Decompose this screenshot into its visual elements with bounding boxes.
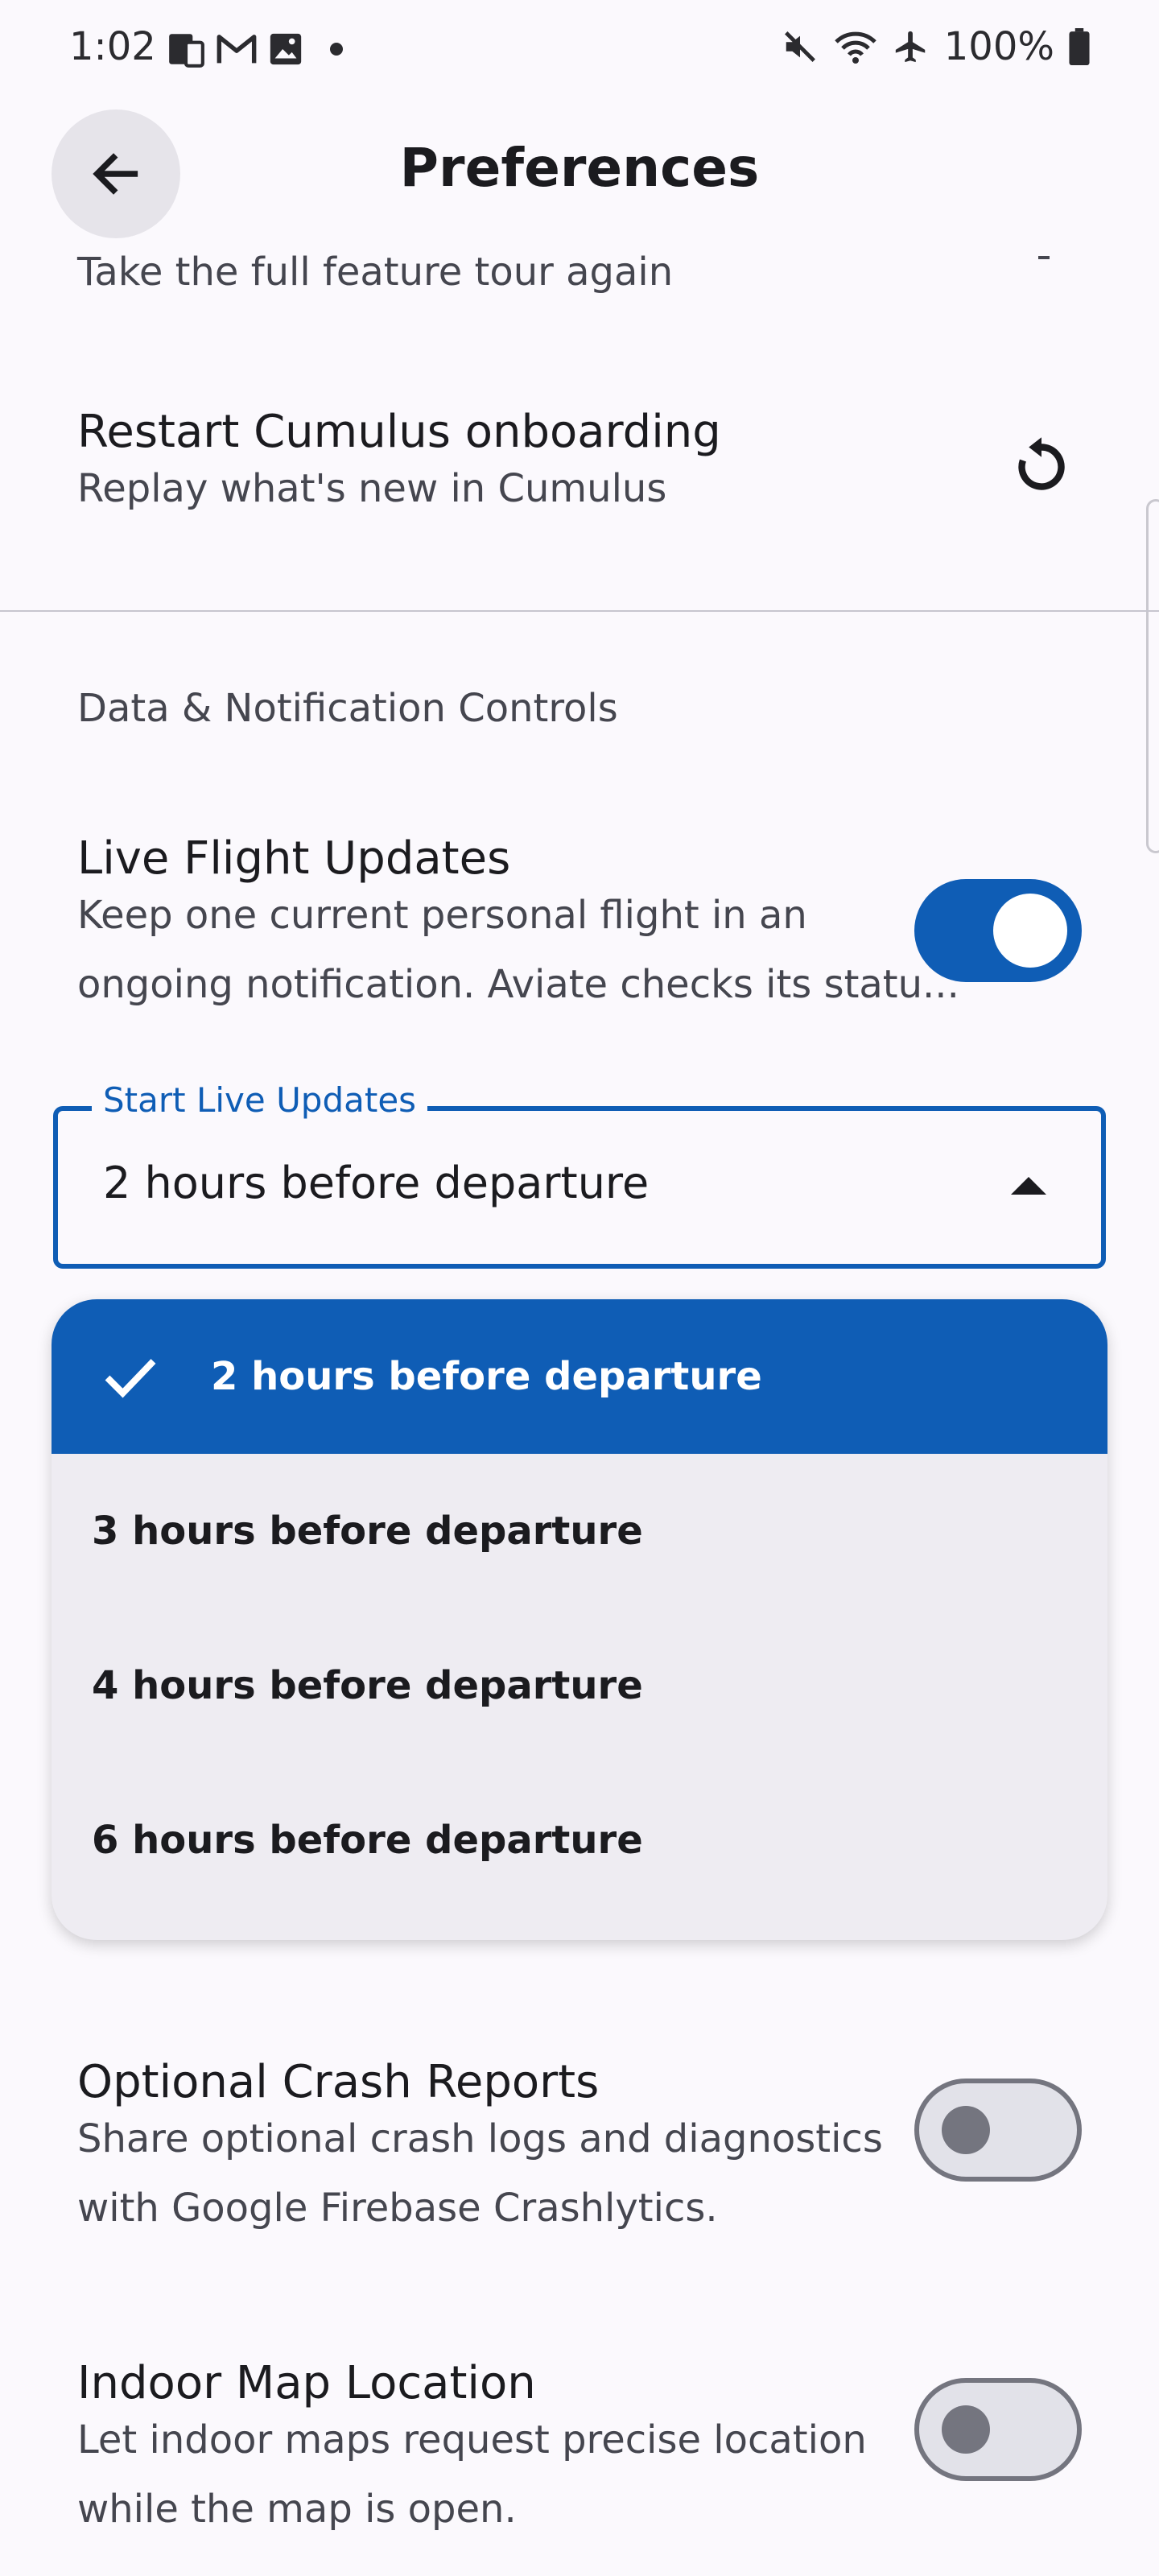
check-icon [105, 1359, 156, 1398]
live-flight-updates-row[interactable]: Live Flight Updates Keep one current per… [0, 821, 1159, 1046]
partial-icon-fragment [1038, 256, 1050, 259]
menu-option-label: 6 hours before departure [92, 1818, 643, 1863]
restart-onboarding-row[interactable]: Restart Cumulus onboarding Replay what's… [0, 386, 1143, 572]
toggle-knob [942, 2405, 990, 2454]
status-left-icons [166, 29, 343, 69]
restart-icon [1018, 437, 1065, 490]
status-bar: 1:02 100% [0, 0, 1159, 100]
indoor-map-toggle[interactable] [914, 2378, 1082, 2481]
dot-icon [330, 43, 343, 56]
toggle-knob [993, 894, 1067, 968]
indoor-map-subtitle-line1: Let indoor maps request precise location [77, 2417, 867, 2462]
status-time: 1:02 [69, 24, 156, 69]
toggle-knob [942, 2106, 990, 2154]
restart-onboarding-subtitle: Replay what's new in Cumulus [77, 466, 667, 511]
gmail-icon [217, 35, 257, 64]
feature-tour-subtitle: Take the full feature tour again [77, 250, 674, 295]
restart-onboarding-title: Restart Cumulus onboarding [77, 406, 721, 458]
menu-option-2-hours[interactable]: 2 hours before departure [52, 1299, 1107, 1454]
battery-percent: 100% [943, 24, 1054, 69]
start-live-updates-label: Start Live Updates [92, 1080, 428, 1120]
indoor-map-location-row[interactable]: Indoor Map Location Let indoor maps requ… [0, 2346, 1159, 2576]
crash-reports-title: Optional Crash Reports [77, 2056, 600, 2108]
wifi-icon [835, 31, 876, 64]
section-divider [0, 610, 1159, 612]
menu-option-label: 2 hours before departure [211, 1354, 762, 1399]
menu-option-label: 4 hours before departure [92, 1663, 643, 1708]
crash-reports-subtitle-line2: with Google Firebase Crashlytics. [77, 2186, 718, 2231]
live-updates-subtitle-line2: ongoing notification. Aviate checks its … [77, 962, 959, 1007]
airplane-icon [895, 31, 926, 63]
live-updates-toggle[interactable] [914, 879, 1082, 982]
mute-icon [784, 31, 815, 62]
menu-option-4-hours[interactable]: 4 hours before departure [52, 1608, 1107, 1763]
live-updates-subtitle-line1: Keep one current personal flight in an [77, 893, 807, 938]
indoor-map-subtitle-line2: while the map is open. [77, 2487, 517, 2532]
indoor-map-title: Indoor Map Location [77, 2357, 536, 2409]
page-title: Preferences [399, 137, 760, 199]
image-icon [270, 33, 302, 65]
tablet-phone-icon [169, 34, 204, 68]
crash-reports-row[interactable]: Optional Crash Reports Share optional cr… [0, 2045, 1159, 2270]
start-live-updates-menu: 2 hours before departure 3 hours before … [52, 1299, 1107, 1940]
scrollbar-thumb[interactable] [1146, 499, 1159, 853]
status-right-icons: 100% [782, 24, 1090, 69]
menu-option-label: 3 hours before departure [92, 1509, 643, 1554]
crash-reports-toggle[interactable] [914, 2079, 1082, 2182]
dropdown-arrow-up-icon[interactable] [1011, 1177, 1046, 1195]
menu-option-3-hours[interactable]: 3 hours before departure [52, 1454, 1107, 1608]
menu-option-6-hours[interactable]: 6 hours before departure [52, 1763, 1107, 1918]
section-title: Data & Notification Controls [77, 686, 618, 731]
start-live-updates-value: 2 hours before departure [103, 1158, 650, 1208]
battery-icon [1069, 28, 1090, 65]
crash-reports-subtitle-line1: Share optional crash logs and diagnostic… [77, 2116, 883, 2161]
live-updates-title: Live Flight Updates [77, 832, 511, 885]
